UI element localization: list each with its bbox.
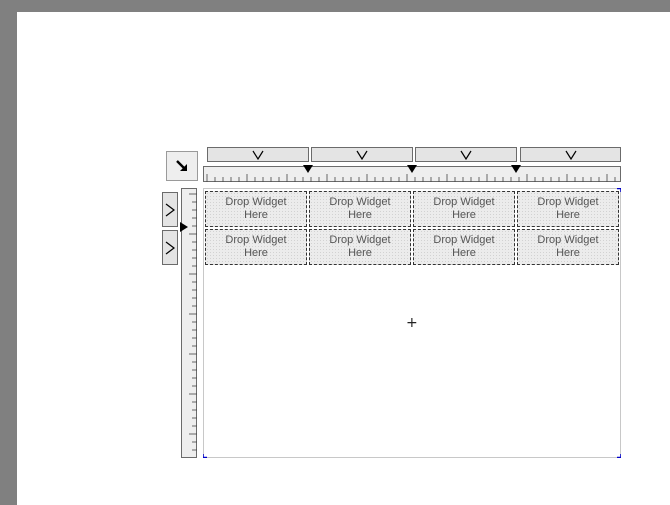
corner-resize-button[interactable] (166, 151, 198, 181)
drop-cell[interactable]: Drop Widget Here (413, 229, 515, 265)
chevron-down-icon (564, 150, 577, 160)
drop-cell[interactable]: Drop Widget Here (517, 229, 619, 265)
row-menu-button-2[interactable] (162, 230, 178, 265)
column-split-marker (511, 165, 521, 173)
vertical-ruler[interactable] (180, 188, 197, 458)
drop-cell[interactable]: Drop Widget Here (309, 191, 411, 227)
crosshair-icon: + (406, 315, 418, 331)
selection-corner-bottom-right (617, 454, 621, 458)
row-menu-button-1[interactable] (162, 192, 178, 227)
chevron-right-icon (165, 203, 175, 216)
horizontal-ruler[interactable] (203, 165, 621, 182)
row-split-marker (180, 222, 188, 232)
chevron-down-icon (252, 150, 264, 160)
drop-cell[interactable]: Drop Widget Here (413, 191, 515, 227)
chevron-down-icon (356, 150, 368, 160)
column-split-marker (303, 165, 313, 173)
drop-cell[interactable]: Drop Widget Here (309, 229, 411, 265)
column-menu-button-2[interactable] (311, 147, 413, 162)
column-menu-button-1[interactable] (207, 147, 309, 162)
column-menu-button-4[interactable] (520, 147, 621, 162)
arrow-down-right-icon (176, 160, 187, 171)
selection-corner-top-right (617, 188, 621, 192)
chevron-right-icon (165, 241, 175, 254)
column-split-marker (407, 165, 417, 173)
column-menu-button-3[interactable] (415, 147, 517, 162)
drop-cell[interactable]: Drop Widget Here (205, 191, 307, 227)
drop-cell[interactable]: Drop Widget Here (205, 229, 307, 265)
chevron-down-icon (460, 150, 472, 160)
selection-corner-bottom-left (203, 454, 207, 458)
design-canvas[interactable]: Drop Widget Here Drop Widget Here Drop Wid… (17, 12, 670, 505)
drop-cell[interactable]: Drop Widget Here (517, 191, 619, 227)
grid-layout-area[interactable]: Drop Widget Here Drop Widget Here Drop Wid… (203, 188, 621, 458)
